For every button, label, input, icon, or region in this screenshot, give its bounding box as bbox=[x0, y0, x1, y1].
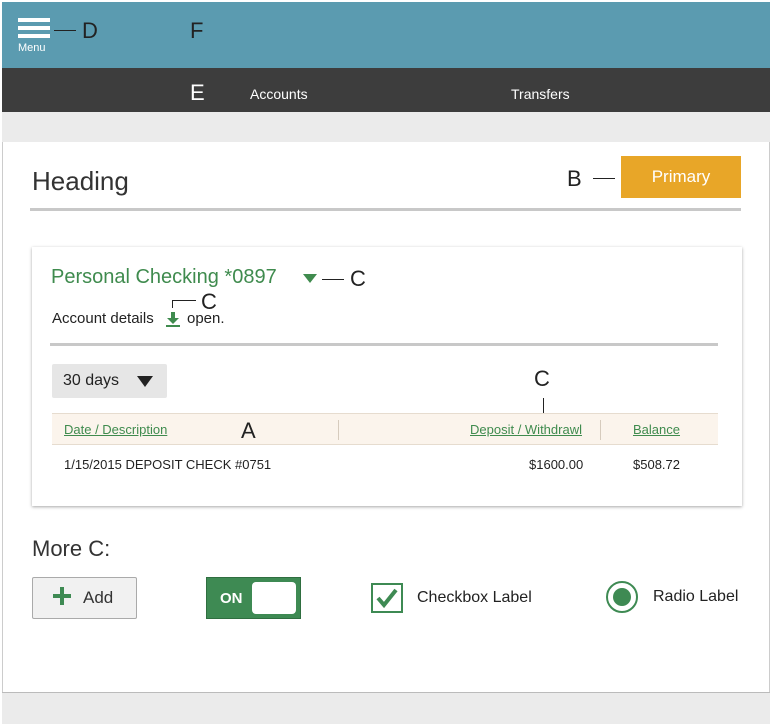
page-title: Heading bbox=[32, 166, 129, 196]
period-select-value: 30 days bbox=[63, 372, 120, 389]
account-dropdown-icon[interactable] bbox=[303, 274, 317, 283]
download-icon[interactable] bbox=[165, 311, 181, 327]
annotation-f: F bbox=[190, 18, 204, 43]
annotation-leader-b bbox=[593, 178, 615, 179]
column-separator bbox=[338, 420, 339, 440]
checkbox-label: Checkbox Label bbox=[417, 589, 532, 606]
annotation-a: A bbox=[241, 418, 256, 443]
subheader-strip bbox=[2, 112, 770, 142]
annotation-b: B bbox=[567, 166, 582, 191]
column-separator bbox=[600, 420, 601, 440]
annotation-leader-d bbox=[54, 30, 76, 31]
annotation-leader-c1 bbox=[322, 279, 344, 280]
checkmark-icon bbox=[376, 588, 398, 609]
section-heading-more: More C: bbox=[32, 536, 111, 561]
column-header-balance[interactable]: Balance bbox=[633, 422, 680, 437]
toggle-state-label: ON bbox=[220, 590, 243, 607]
menu-label[interactable]: Menu bbox=[18, 42, 46, 54]
annotation-c-download: C bbox=[201, 289, 217, 314]
account-title[interactable]: Personal Checking *0897 bbox=[51, 266, 277, 289]
annotation-c-deposit: C bbox=[534, 366, 550, 391]
main-navigation bbox=[2, 68, 770, 112]
radio-selected-dot bbox=[613, 588, 631, 606]
column-header-date[interactable]: Date / Description bbox=[64, 422, 167, 437]
radio-label: Radio Label bbox=[653, 588, 739, 605]
nav-item-transfers[interactable]: Transfers bbox=[511, 86, 570, 102]
account-details-label: Account details bbox=[52, 310, 154, 327]
toggle-knob[interactable] bbox=[252, 582, 296, 614]
plus-icon bbox=[53, 587, 71, 605]
annotation-e: E bbox=[190, 80, 205, 105]
transaction-balance: $508.72 bbox=[633, 457, 680, 472]
nav-item-accounts[interactable]: Accounts bbox=[250, 86, 308, 102]
annotation-leader-c2 bbox=[172, 300, 196, 301]
checkbox[interactable] bbox=[371, 583, 403, 613]
top-header-bar bbox=[2, 2, 770, 68]
heading-divider bbox=[30, 208, 741, 211]
footer-bar bbox=[2, 692, 770, 724]
primary-button[interactable]: Primary bbox=[621, 156, 741, 198]
card-divider bbox=[50, 343, 718, 346]
transaction-description: 1/15/2015 DEPOSIT CHECK #0751 bbox=[64, 457, 272, 472]
add-button-label: Add bbox=[83, 588, 114, 607]
annotation-leader-c2-vertical bbox=[172, 300, 173, 308]
annotation-c-account: C bbox=[350, 266, 366, 291]
transaction-amount: $1600.00 bbox=[529, 457, 584, 472]
column-header-deposit[interactable]: Deposit / Withdrawl bbox=[470, 422, 582, 437]
annotation-d: D bbox=[82, 18, 98, 43]
caret-down-icon bbox=[137, 376, 153, 387]
hamburger-menu-icon[interactable] bbox=[18, 18, 50, 40]
